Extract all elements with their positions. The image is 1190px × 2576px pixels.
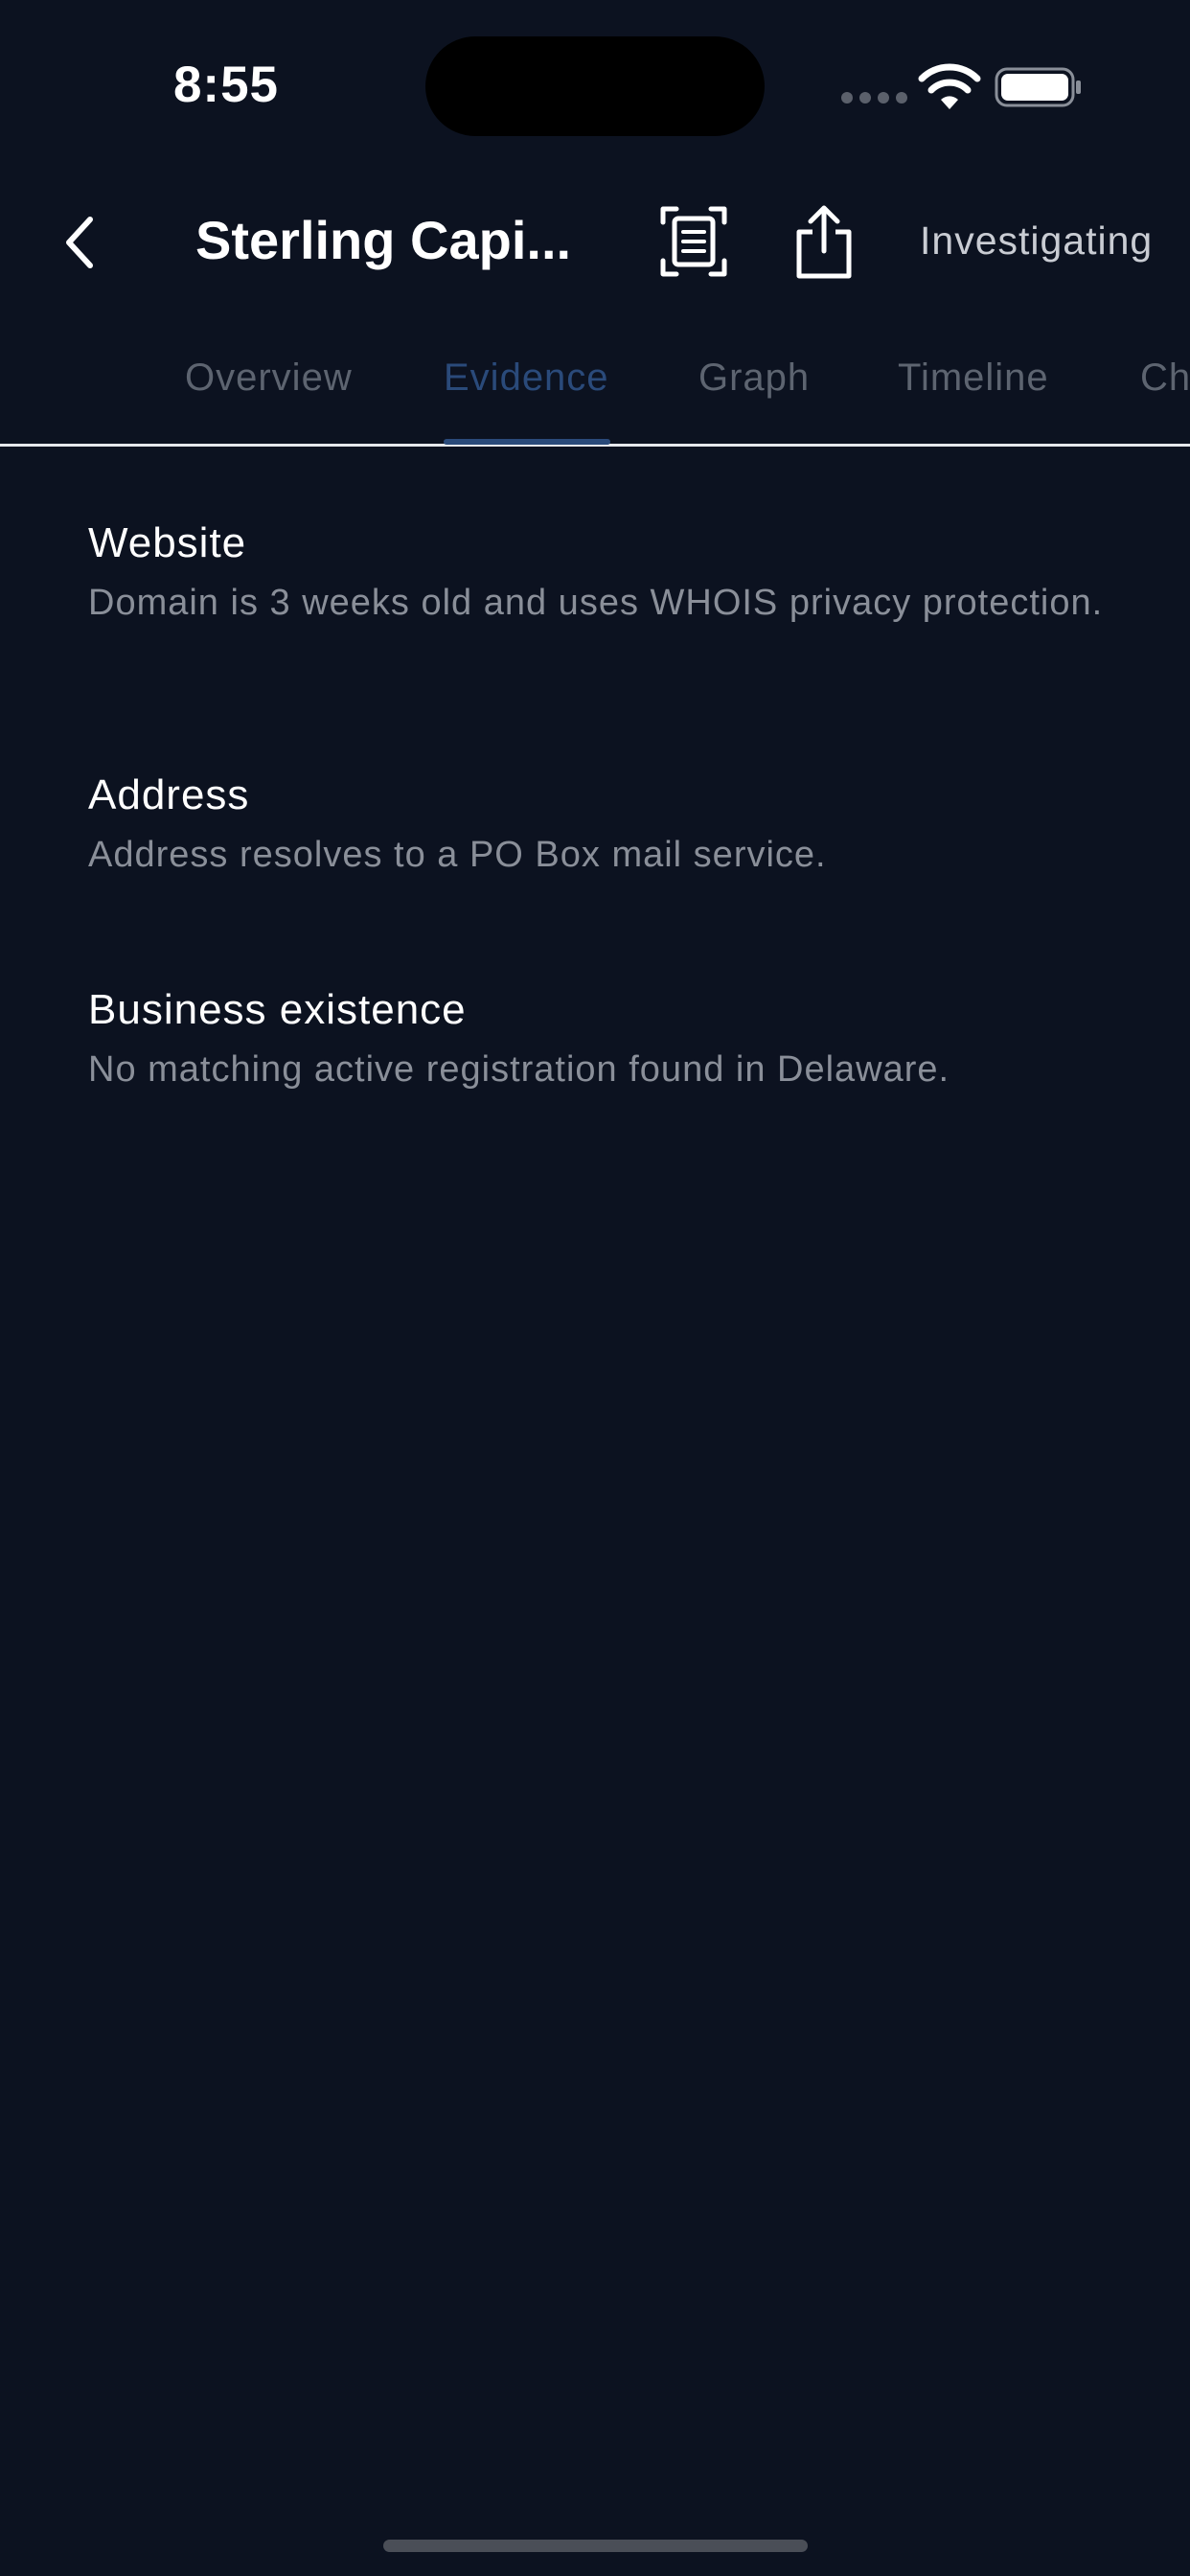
case-title: Sterling Capi... [195, 210, 572, 270]
tab-timeline[interactable]: Timeline [898, 356, 1049, 400]
tab-overview[interactable]: Overview [185, 356, 353, 400]
evidence-title: Website [88, 519, 247, 566]
tab-graph[interactable]: Graph [698, 356, 810, 400]
list-item[interactable]: Business existence No matching active re… [88, 984, 1104, 1096]
cellular-signal-icon [841, 92, 907, 104]
evidence-title: Business existence [88, 986, 467, 1033]
list-item[interactable]: Address Address resolves to a PO Box mai… [88, 770, 1104, 882]
dynamic-island [425, 36, 765, 136]
evidence-description: Domain is 3 weeks old and uses WHOIS pri… [88, 583, 1104, 623]
evidence-description: No matching active registration found in… [88, 1049, 950, 1090]
active-tab-indicator [444, 439, 610, 445]
tab-ch[interactable]: Ch [1140, 356, 1190, 400]
chevron-left-icon [66, 217, 93, 268]
status-time: 8:55 [172, 57, 280, 113]
evidence-title: Address [88, 771, 250, 818]
back-button[interactable] [42, 199, 119, 286]
evidence-description: Address resolves to a PO Box mail servic… [88, 835, 827, 875]
battery-icon [995, 67, 1081, 107]
case-detail-screen: 8:55 Sterling Capi... Investigating Over… [0, 0, 1190, 2576]
document-scan-icon[interactable] [659, 205, 728, 278]
tab-evidence[interactable]: Evidence [444, 356, 609, 400]
home-indicator[interactable] [383, 2540, 808, 2552]
tab-bar: Overview Evidence Graph Timeline Ch [0, 347, 1190, 447]
wifi-icon [918, 63, 981, 109]
share-icon[interactable] [788, 203, 860, 280]
list-item[interactable]: Website Domain is 3 weeks old and uses W… [88, 518, 1104, 630]
case-status-label[interactable]: Investigating [920, 218, 1190, 264]
